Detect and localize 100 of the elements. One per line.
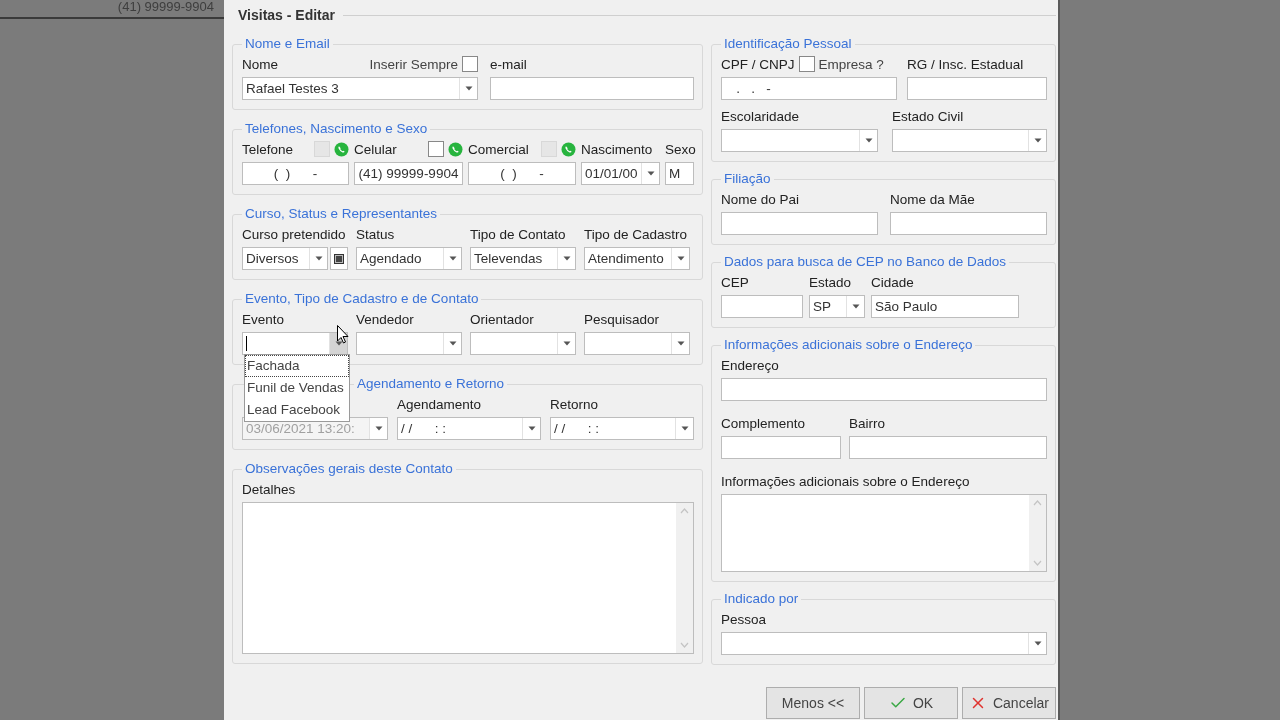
- caret-icon[interactable]: [1033, 641, 1042, 646]
- checkbox-label: Empresa ?: [818, 56, 884, 72]
- field-label: Evento: [242, 311, 285, 327]
- checkbox[interactable]: [798, 56, 815, 72]
- text-area[interactable]: [721, 494, 1047, 572]
- caret-icon[interactable]: [676, 341, 685, 346]
- caret-icon[interactable]: [448, 256, 457, 261]
- dropdown-field[interactable]: Televendas: [470, 247, 576, 270]
- section-title: Dados para busca de CEP no Banco de Dados: [723, 254, 1007, 270]
- text-field[interactable]: ( ) -: [242, 162, 349, 185]
- scrollbar[interactable]: [1029, 495, 1046, 571]
- dialog-button[interactable]: Menos <<: [766, 687, 860, 719]
- section-title: Filiação: [723, 171, 772, 187]
- caret-icon[interactable]: [527, 426, 536, 431]
- caret-icon[interactable]: [314, 256, 323, 261]
- phone-bubble-icon: [448, 141, 463, 157]
- field-label: Estado Civil: [892, 108, 964, 124]
- section-title: Identificação Pessoal: [723, 36, 853, 52]
- field-label: Pessoa: [721, 611, 767, 627]
- field-label: Nascimento: [581, 141, 653, 157]
- caret-icon[interactable]: [1033, 138, 1042, 143]
- field-label: Tipo de Cadastro: [584, 226, 688, 242]
- checkbox-label: Inserir Sempre: [369, 56, 458, 72]
- text-field[interactable]: [721, 295, 803, 318]
- caret-icon[interactable]: [562, 341, 571, 346]
- field-label: Comercial: [468, 141, 529, 157]
- field-label: Bairro: [849, 415, 885, 431]
- field-label: Pesquisador: [584, 311, 660, 327]
- text-field[interactable]: M: [665, 162, 694, 185]
- caret-icon[interactable]: [464, 86, 473, 91]
- caret-icon[interactable]: [448, 341, 457, 346]
- text-field[interactable]: (41) 99999-9904: [354, 162, 463, 185]
- checkbox[interactable]: [428, 141, 444, 157]
- field-label: Endereço: [721, 357, 779, 373]
- text-cursor: [246, 336, 247, 351]
- text-field[interactable]: [849, 436, 1047, 459]
- window-title: Visitas - Editar: [238, 7, 335, 23]
- field-label: Estado: [809, 274, 852, 290]
- dialog-button[interactable]: OK: [864, 687, 958, 719]
- caret-icon[interactable]: [646, 171, 655, 176]
- dropdown-option[interactable]: Fachada: [245, 355, 349, 377]
- section-title: Informações adicionais sobre o Endereço: [723, 337, 974, 353]
- field-label: Complemento: [721, 415, 806, 431]
- text-field[interactable]: [490, 77, 694, 100]
- dropdown-field[interactable]: / / : :: [550, 417, 694, 440]
- dropdown-field[interactable]: [721, 632, 1047, 655]
- field-label: Cidade: [871, 274, 914, 290]
- checkbox[interactable]: [462, 56, 478, 72]
- field-label: Agendamento: [397, 396, 482, 412]
- dropdown-field[interactable]: / / : :: [397, 417, 541, 440]
- phone-bubble-icon: [561, 141, 576, 157]
- text-field[interactable]: [890, 212, 1047, 235]
- text-field[interactable]: São Paulo: [871, 295, 1019, 318]
- scroll-up-icon[interactable]: [1033, 500, 1042, 506]
- field-label: Telefone: [242, 141, 294, 157]
- field-label: Nome da Mãe: [890, 191, 975, 207]
- field-label: Informações adicionais sobre o Endereço: [721, 473, 970, 489]
- caret-icon[interactable]: [864, 138, 873, 143]
- field-label: Retorno: [550, 396, 599, 412]
- dropdown-field[interactable]: [892, 129, 1047, 152]
- section-title: Telefones, Nascimento e Sexo: [244, 121, 429, 137]
- field-label: RG / Insc. Estadual: [907, 56, 1024, 72]
- text-field[interactable]: . . -: [721, 77, 897, 100]
- field-label: Detalhes: [242, 481, 296, 497]
- scroll-up-icon[interactable]: [680, 508, 689, 514]
- caret-icon[interactable]: [676, 256, 685, 261]
- text-field[interactable]: [721, 378, 1047, 401]
- text-field[interactable]: ( ) -: [468, 162, 576, 185]
- text-field[interactable]: [721, 436, 841, 459]
- field-label: Status: [356, 226, 395, 242]
- field-label: CPF / CNPJ: [721, 56, 795, 72]
- dropdown-field[interactable]: Atendimento: [584, 247, 690, 270]
- text-field[interactable]: [907, 77, 1047, 100]
- dropdown-field[interactable]: Rafael Testes 3: [242, 77, 478, 100]
- dropdown-field[interactable]: [721, 129, 878, 152]
- dropdown-field[interactable]: 01/01/00: [581, 162, 660, 185]
- scroll-down-icon[interactable]: [1033, 560, 1042, 566]
- field-label: CEP: [721, 274, 749, 290]
- text-field[interactable]: [721, 212, 878, 235]
- caret-icon[interactable]: [334, 341, 343, 346]
- dropdown-field[interactable]: Agendado: [356, 247, 462, 270]
- section-title: Indicado por: [723, 591, 800, 607]
- scroll-down-icon[interactable]: [680, 642, 689, 648]
- caret-icon[interactable]: [562, 256, 571, 261]
- scrollbar[interactable]: [676, 503, 693, 653]
- caret-icon[interactable]: [680, 426, 689, 431]
- square-button[interactable]: [330, 247, 348, 270]
- dropdown-field[interactable]: [356, 332, 462, 355]
- dropdown-field[interactable]: [584, 332, 690, 355]
- dialog-button[interactable]: Cancelar: [962, 687, 1056, 719]
- caret-icon[interactable]: [851, 304, 860, 309]
- dropdown-option[interactable]: Funil de Vendas: [245, 377, 349, 399]
- dropdown-field[interactable]: SP: [809, 295, 865, 318]
- section-title: Observações gerais deste Contato: [244, 461, 454, 477]
- phone-bubble-icon: [334, 141, 349, 157]
- dropdown-field[interactable]: Diversos: [242, 247, 328, 270]
- text-area[interactable]: [242, 502, 694, 654]
- dropdown-field[interactable]: [470, 332, 576, 355]
- field-label: Orientador: [470, 311, 534, 327]
- field-label: Celular: [354, 141, 397, 157]
